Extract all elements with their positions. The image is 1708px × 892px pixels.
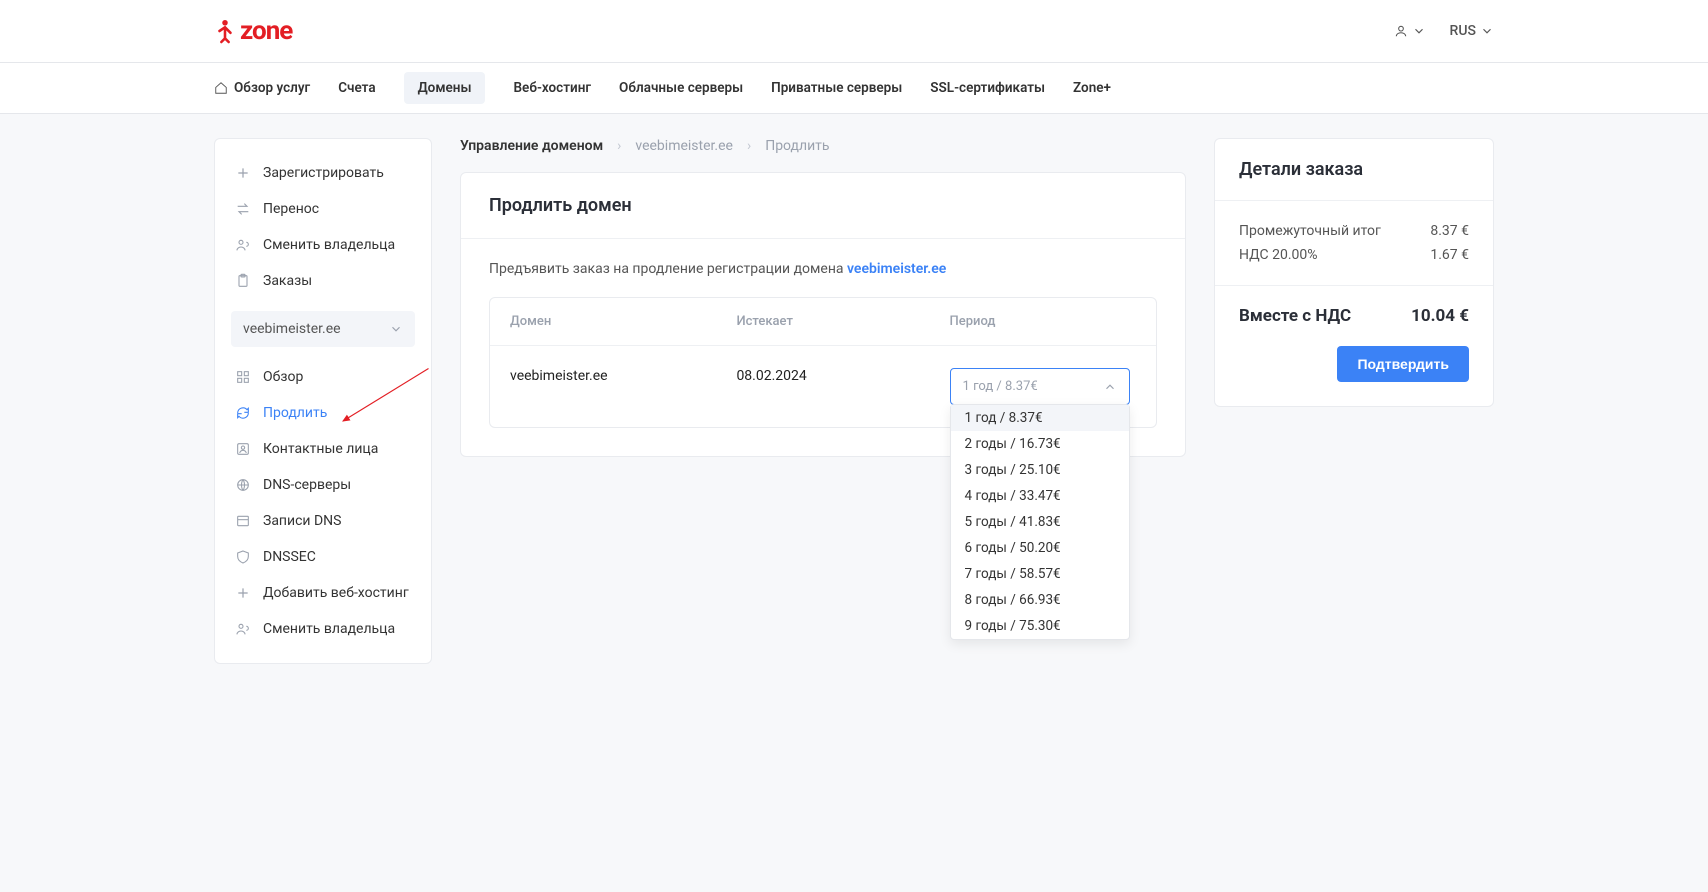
renew-notice: Предъявить заказ на продление регистраци…	[489, 261, 1157, 277]
card-title: Продлить домен	[461, 173, 1185, 239]
order-title: Детали заказа	[1215, 139, 1493, 201]
sidebar-domain-select[interactable]: veebimeister.ee	[231, 311, 415, 347]
shield-icon	[235, 549, 251, 565]
nav-private[interactable]: Приватные серверы	[771, 72, 902, 104]
users-icon	[235, 621, 251, 637]
logo[interactable]: zone	[214, 16, 292, 46]
sidebar-add-hosting[interactable]: Добавить веб-хостинг	[225, 575, 421, 611]
order-summary: Детали заказа Промежуточный итог 8.37 € …	[1214, 138, 1494, 407]
period-option[interactable]: 8 годы / 66.93€	[951, 587, 1129, 613]
nav-ssl[interactable]: SSL-сертификаты	[930, 72, 1045, 104]
total-row: Вместе с НДС 10.04 €	[1215, 286, 1493, 346]
breadcrumb-current: Продлить	[765, 138, 829, 154]
nav-overview[interactable]: Обзор услуг	[214, 72, 310, 104]
main-content: Управление доменом › veebimeister.ee › П…	[460, 138, 1186, 457]
chevron-up-icon	[1103, 380, 1117, 394]
vat-row: НДС 20.00% 1.67 €	[1239, 243, 1469, 267]
sidebar-orders[interactable]: Заказы	[225, 263, 421, 299]
user-menu[interactable]	[1394, 24, 1426, 38]
breadcrumb: Управление доменом › veebimeister.ee › П…	[460, 138, 1186, 154]
sidebar-dns-records[interactable]: Записи DNS	[225, 503, 421, 539]
th-domain: Домен	[490, 298, 716, 345]
clipboard-icon	[235, 273, 251, 289]
chevron-down-icon	[1480, 24, 1494, 38]
period-select[interactable]: 1 год / 8.37€	[950, 368, 1130, 405]
sidebar-dns-servers[interactable]: DNS-серверы	[225, 467, 421, 503]
sidebar-transfer[interactable]: Перенос	[225, 191, 421, 227]
user-icon	[1394, 24, 1408, 38]
header: zone RUS	[0, 0, 1708, 63]
plus-icon	[235, 585, 251, 601]
period-placeholder: 1 год / 8.37€	[963, 379, 1038, 394]
sidebar-overview[interactable]: Обзор	[225, 359, 421, 395]
period-option[interactable]: 6 годы / 50.20€	[951, 535, 1129, 561]
nav-zoneplus[interactable]: Zone+	[1073, 72, 1111, 104]
period-dropdown: 1 год / 8.37€ 2 годы / 16.73€ 3 годы / 2…	[950, 404, 1130, 640]
sidebar-dnssec[interactable]: DNSSEC	[225, 539, 421, 575]
nav-cloud[interactable]: Облачные серверы	[619, 72, 743, 104]
refresh-icon	[235, 405, 251, 421]
swap-icon	[235, 201, 251, 217]
confirm-button[interactable]: Подтвердить	[1337, 346, 1469, 382]
chevron-down-icon	[1412, 24, 1426, 38]
table-row: veebimeister.ee 08.02.2024 1 год / 8.37€…	[490, 346, 1156, 427]
period-option[interactable]: 5 годы / 41.83€	[951, 509, 1129, 535]
sidebar-renew[interactable]: Продлить	[225, 395, 421, 431]
language-menu[interactable]: RUS	[1450, 23, 1494, 39]
th-period: Период	[930, 298, 1156, 345]
period-option[interactable]: 2 годы / 16.73€	[951, 431, 1129, 457]
sidebar-register[interactable]: Зарегистрировать	[225, 155, 421, 191]
nav-domains[interactable]: Домены	[404, 72, 486, 104]
period-option[interactable]: 9 годы / 75.30€	[951, 613, 1129, 639]
period-option[interactable]: 3 годы / 25.10€	[951, 457, 1129, 483]
renew-card: Продлить домен Предъявить заказ на продл…	[460, 172, 1186, 457]
home-icon	[214, 81, 228, 95]
users-icon	[235, 237, 251, 253]
period-option[interactable]: 1 год / 8.37€	[951, 405, 1129, 431]
sidebar-change-owner[interactable]: Сменить владельца	[225, 227, 421, 263]
subtotal-row: Промежуточный итог 8.37 €	[1239, 219, 1469, 243]
chevron-right-icon: ›	[747, 138, 751, 154]
chevron-right-icon: ›	[617, 138, 621, 154]
logo-icon	[214, 17, 236, 45]
grid-icon	[235, 369, 251, 385]
logo-text: zone	[240, 16, 292, 46]
plus-icon	[235, 165, 251, 181]
sidebar: Зарегистрировать Перенос Сменить владель…	[214, 138, 432, 664]
nav-webhosting[interactable]: Веб-хостинг	[513, 72, 591, 104]
dns-icon	[235, 477, 251, 493]
breadcrumb-root[interactable]: Управление доменом	[460, 138, 603, 154]
th-expires: Истекает	[716, 298, 929, 345]
nav-invoices[interactable]: Счета	[338, 72, 375, 104]
records-icon	[235, 513, 251, 529]
domain-link[interactable]: veebimeister.ee	[847, 261, 946, 277]
period-option[interactable]: 4 годы / 33.47€	[951, 483, 1129, 509]
td-domain: veebimeister.ee	[490, 346, 716, 427]
contact-icon	[235, 441, 251, 457]
breadcrumb-domain[interactable]: veebimeister.ee	[635, 138, 733, 154]
td-expires: 08.02.2024	[716, 346, 929, 427]
period-option[interactable]: 7 годы / 58.57€	[951, 561, 1129, 587]
main-nav: Обзор услуг Счета Домены Веб-хостинг Обл…	[0, 63, 1708, 114]
sidebar-contacts[interactable]: Контактные лица	[225, 431, 421, 467]
renew-table: Домен Истекает Период veebimeister.ee 08…	[489, 297, 1157, 428]
sidebar-change-owner-2[interactable]: Сменить владельца	[225, 611, 421, 647]
language-label: RUS	[1450, 23, 1476, 39]
chevron-down-icon	[389, 322, 403, 336]
